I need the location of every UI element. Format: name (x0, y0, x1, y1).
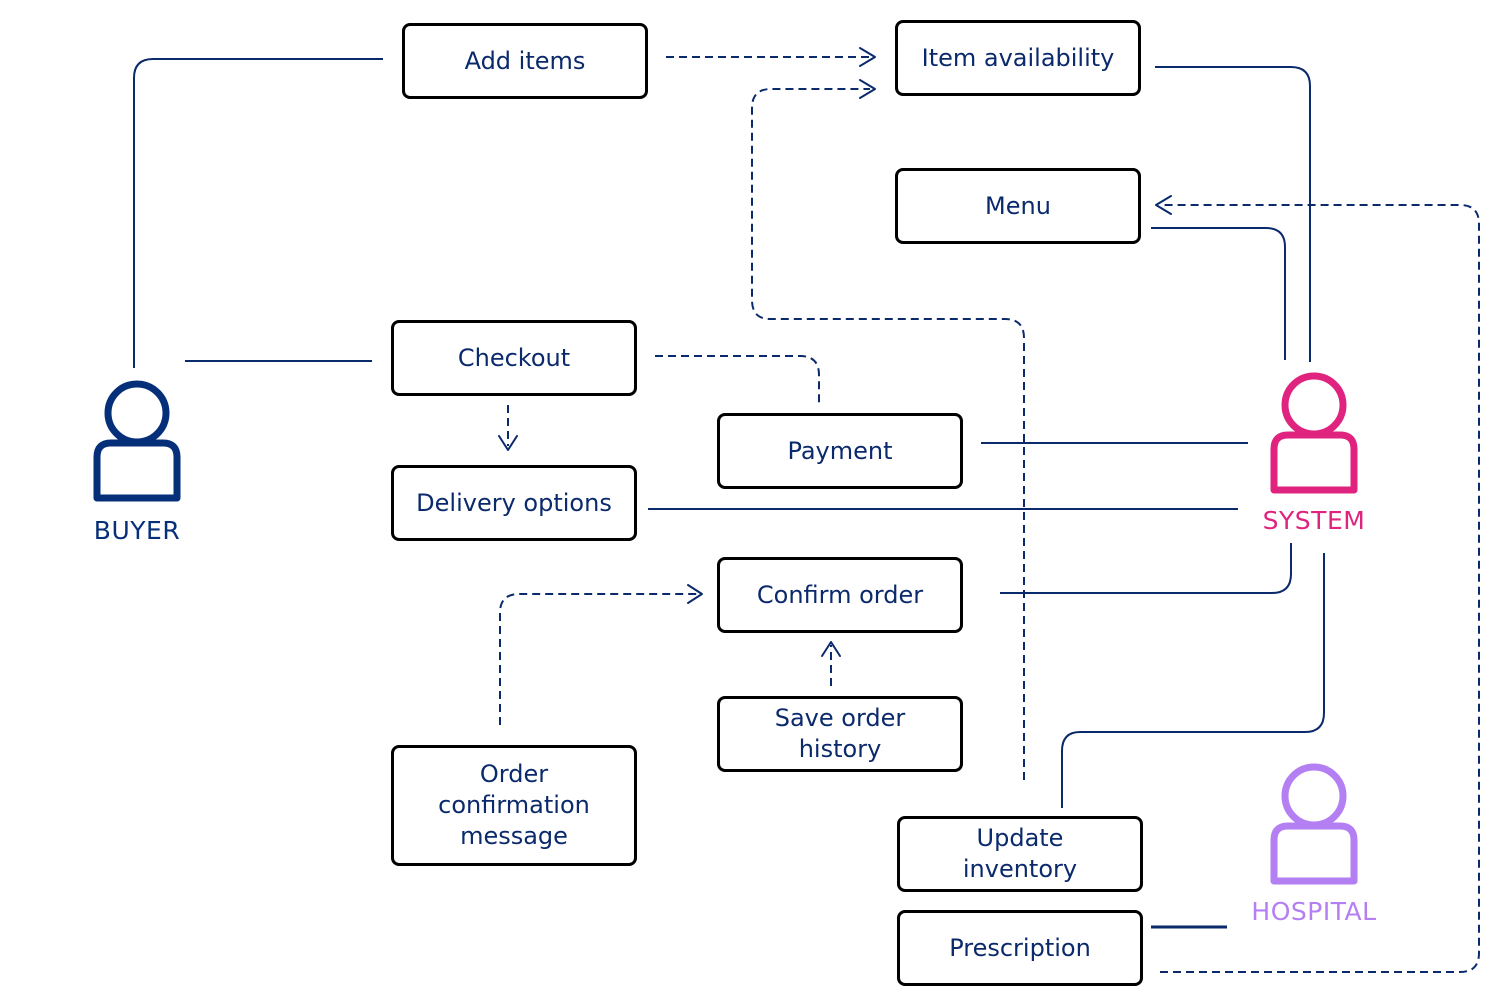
actor-hospital[interactable]: HOSPITAL (1234, 763, 1394, 926)
actor-label: SYSTEM (1262, 506, 1366, 535)
assoc-system-item-availability (1155, 66, 1311, 362)
dep-order-msg-confirm-order (499, 593, 700, 725)
person-icon (1270, 763, 1358, 885)
use-case-save-order-history[interactable]: Save order history (717, 696, 963, 772)
dep-checkout-payment (655, 355, 820, 404)
use-case-prescription[interactable]: Prescription (897, 910, 1143, 986)
actor-label: HOSPITAL (1251, 897, 1377, 926)
use-case-delivery-options[interactable]: Delivery options (391, 465, 637, 541)
use-case-update-inventory[interactable]: Update inventory (897, 816, 1143, 892)
person-icon (1270, 372, 1358, 494)
use-case-add-items[interactable]: Add items (402, 23, 648, 99)
use-case-checkout[interactable]: Checkout (391, 320, 637, 396)
actor-system[interactable]: SYSTEM (1234, 372, 1394, 535)
person-icon (93, 380, 181, 502)
assoc-system-menu (1151, 227, 1286, 360)
use-case-confirm-order[interactable]: Confirm order (717, 557, 963, 633)
use-case-payment[interactable]: Payment (717, 413, 963, 489)
use-case-order-confirmation-message[interactable]: Order confirmation message (391, 745, 637, 866)
actor-buyer[interactable]: BUYER (57, 380, 217, 545)
use-case-menu[interactable]: Menu (895, 168, 1141, 244)
assoc-system-confirm-order (1000, 543, 1292, 594)
assoc-buyer-add-items (133, 58, 383, 368)
actor-label: BUYER (93, 516, 181, 545)
use-case-item-availability[interactable]: Item availability (895, 20, 1141, 96)
